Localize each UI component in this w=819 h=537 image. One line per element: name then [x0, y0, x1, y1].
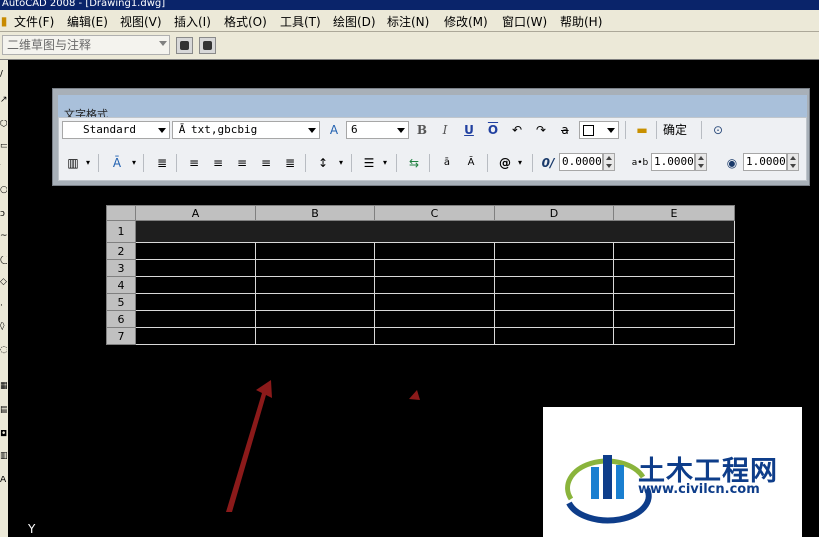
ucs-y-label: Y — [28, 522, 36, 536]
logo-url: www.civilcn.com — [638, 482, 760, 497]
watermark-logo: 土木工程网 www.civilcn.com — [543, 407, 802, 537]
arrow-shaft — [226, 380, 272, 512]
arrow-marker — [409, 390, 420, 400]
